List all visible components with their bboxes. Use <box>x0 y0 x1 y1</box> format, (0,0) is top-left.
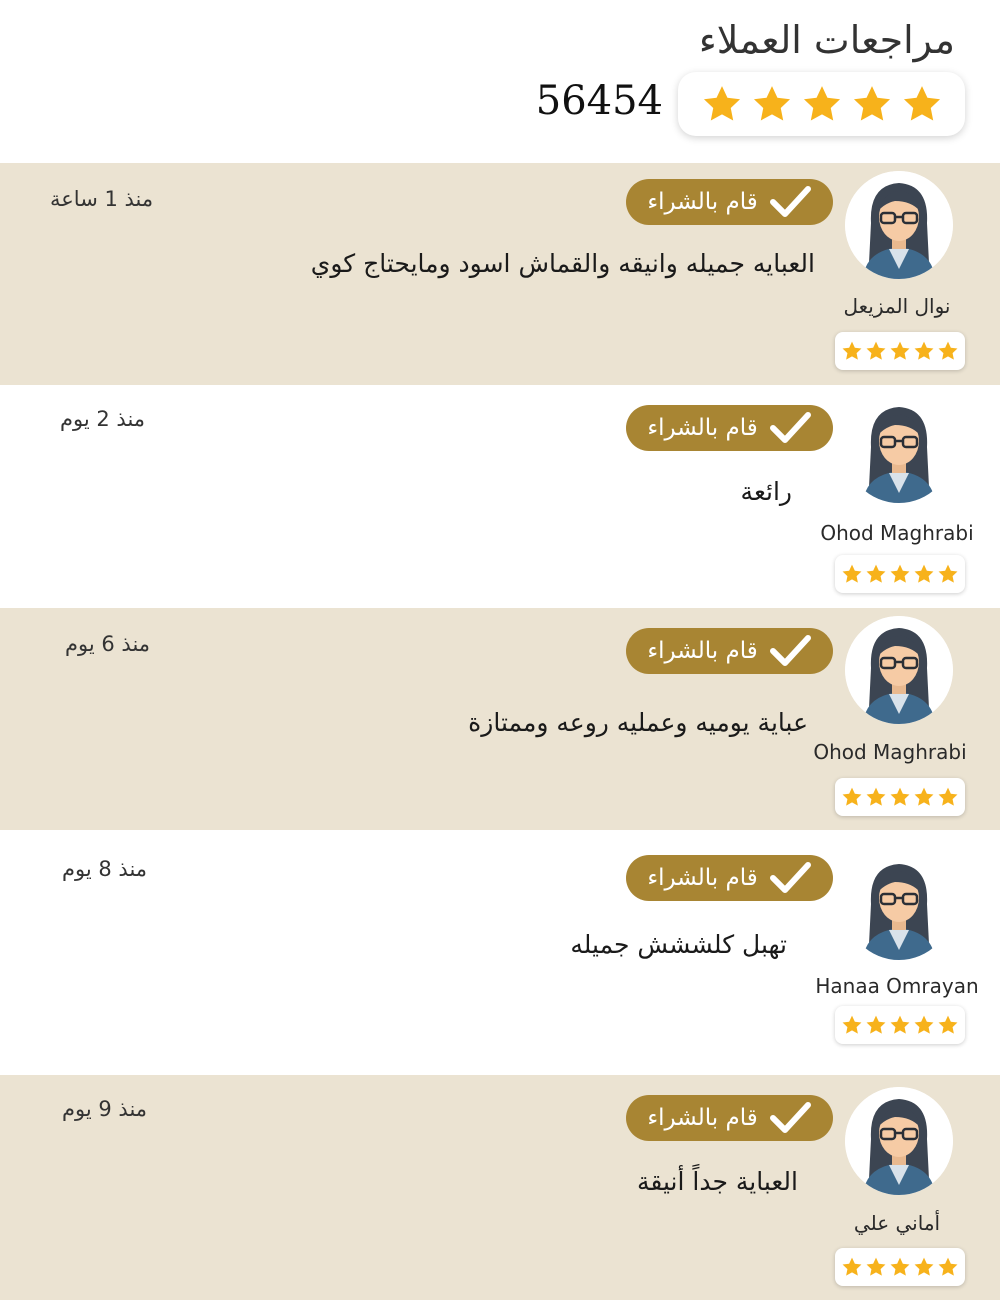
review-rating-stars <box>835 332 965 370</box>
female-avatar-icon <box>845 852 953 960</box>
review-item: Ohod Maghrabi قام بالشراء رائعة منذ 2 يو… <box>0 385 1000 608</box>
star-icon <box>841 340 863 362</box>
review-time: منذ 1 ساعة <box>50 187 154 211</box>
review-time: منذ 8 يوم <box>62 857 148 881</box>
reviewer-name: أماني علي <box>853 1211 941 1235</box>
reviewer-avatar <box>845 395 953 503</box>
review-item: Ohod Maghrabi قام بالشراء عباية يوميه وع… <box>0 608 1000 830</box>
verified-purchase-badge: قام بالشراء <box>626 628 833 674</box>
checkmark-icon <box>768 633 812 669</box>
star-icon <box>701 83 743 125</box>
review-time: منذ 9 يوم <box>62 1097 148 1121</box>
star-icon <box>801 83 843 125</box>
review-rating-stars <box>835 555 965 593</box>
verified-purchase-badge: قام بالشراء <box>626 179 833 225</box>
checkmark-icon <box>768 184 812 220</box>
verified-purchase-label: قام بالشراء <box>647 1105 758 1131</box>
female-avatar-icon <box>845 171 953 279</box>
star-icon <box>841 563 863 585</box>
star-icon <box>937 786 959 808</box>
verified-purchase-label: قام بالشراء <box>647 865 758 891</box>
female-avatar-icon <box>845 1087 953 1195</box>
review-comment: العبايه جميله وانيقه والقماش اسود ومايحت… <box>310 249 815 278</box>
verified-purchase-badge: قام بالشراء <box>626 405 833 451</box>
review-item: نوال المزيعل قام بالشراء العبايه جميله و… <box>0 163 1000 385</box>
checkmark-icon <box>768 1100 812 1136</box>
reviewer-name: Ohod Maghrabi <box>820 521 974 545</box>
verified-purchase-badge: قام بالشراء <box>626 1095 833 1141</box>
total-reviews-count: 56454 <box>535 78 663 124</box>
star-icon <box>889 340 911 362</box>
checkmark-icon <box>768 410 812 446</box>
star-icon <box>889 1256 911 1278</box>
review-item: أماني علي قام بالشراء العباية جداً أنيقة… <box>0 1075 1000 1300</box>
star-icon <box>865 786 887 808</box>
star-icon <box>751 83 793 125</box>
star-icon <box>865 1014 887 1036</box>
reviewer-name: Ohod Maghrabi <box>813 740 967 764</box>
star-icon <box>841 1014 863 1036</box>
star-icon <box>913 1014 935 1036</box>
star-icon <box>889 563 911 585</box>
star-icon <box>865 340 887 362</box>
review-item: Hanaa Omrayan قام بالشراء تهبل كلششش جمي… <box>0 830 1000 1075</box>
star-icon <box>913 563 935 585</box>
review-rating-stars <box>835 778 965 816</box>
star-icon <box>889 1014 911 1036</box>
verified-purchase-label: قام بالشراء <box>647 638 758 664</box>
reviewer-avatar <box>845 616 953 724</box>
female-avatar-icon <box>845 395 953 503</box>
review-time: منذ 6 يوم <box>65 632 151 656</box>
reviewer-name: نوال المزيعل <box>843 294 951 318</box>
reviewer-avatar <box>845 1087 953 1195</box>
female-avatar-icon <box>845 616 953 724</box>
star-icon <box>841 786 863 808</box>
star-icon <box>913 1256 935 1278</box>
star-icon <box>937 563 959 585</box>
review-time: منذ 2 يوم <box>60 407 146 431</box>
verified-purchase-label: قام بالشراء <box>647 189 758 215</box>
review-comment: العباية جداً أنيقة <box>636 1167 798 1196</box>
star-icon <box>913 340 935 362</box>
review-rating-stars <box>835 1248 965 1286</box>
verified-purchase-badge: قام بالشراء <box>626 855 833 901</box>
star-icon <box>913 786 935 808</box>
review-comment: عباية يوميه وعمليه روعه وممتازة <box>468 708 808 737</box>
star-icon <box>901 83 943 125</box>
reviewer-avatar <box>845 171 953 279</box>
star-icon <box>937 340 959 362</box>
overall-rating-stars <box>678 72 965 136</box>
reviewer-avatar <box>845 852 953 960</box>
review-comment: رائعة <box>740 477 792 506</box>
checkmark-icon <box>768 860 812 896</box>
page-title: مراجعات العملاء <box>698 18 955 62</box>
star-icon <box>851 83 893 125</box>
review-rating-stars <box>835 1006 965 1044</box>
star-icon <box>889 786 911 808</box>
verified-purchase-label: قام بالشراء <box>647 415 758 441</box>
review-comment: تهبل كلششش جميله <box>570 930 787 959</box>
star-icon <box>937 1014 959 1036</box>
star-icon <box>865 563 887 585</box>
star-icon <box>937 1256 959 1278</box>
star-icon <box>865 1256 887 1278</box>
star-icon <box>841 1256 863 1278</box>
reviews-header: مراجعات العملاء 56454 <box>0 0 1000 163</box>
reviewer-name: Hanaa Omrayan <box>815 974 979 998</box>
